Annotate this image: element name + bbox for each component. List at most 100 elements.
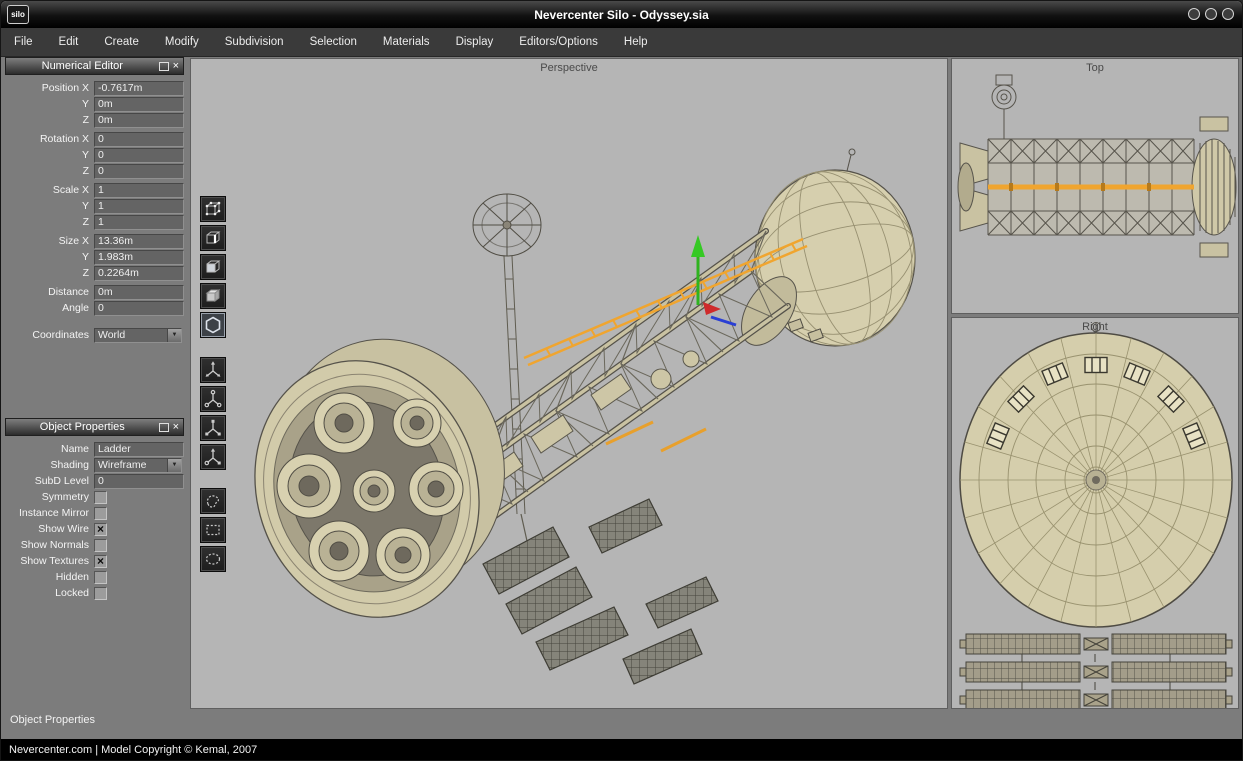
checkbox-row: Hidden	[5, 569, 184, 585]
face-mode-icon	[203, 257, 223, 277]
checkbox-mark: ×	[97, 525, 104, 534]
face-mode-button[interactable]	[200, 254, 226, 280]
menu-subdivision[interactable]: Subdivision	[212, 28, 297, 56]
menu-help[interactable]: Help	[611, 28, 661, 56]
field-label: Angle	[5, 302, 94, 314]
menu-file[interactable]: File	[1, 28, 46, 56]
edge-mode-icon	[203, 228, 223, 248]
position-z-field[interactable]	[94, 113, 184, 128]
position-x-field[interactable]	[94, 81, 184, 96]
vertex-mode-button[interactable]	[200, 196, 226, 222]
field-row: Z	[5, 265, 184, 281]
paint-select-button[interactable]	[200, 546, 226, 572]
field-row: Rotation X	[5, 131, 184, 147]
titlebar[interactable]: silo Nevercenter Silo - Odyssey.sia	[1, 1, 1242, 28]
maximize-icon[interactable]	[1205, 8, 1217, 20]
field-row: Y	[5, 147, 184, 163]
size-x-field[interactable]	[94, 234, 184, 249]
window-title: Nevercenter Silo - Odyssey.sia	[1, 8, 1242, 22]
size-y-field[interactable]	[94, 250, 184, 265]
field-label: Size X	[5, 235, 94, 247]
rotate-tool-button[interactable]	[200, 386, 226, 412]
universal-tool-button[interactable]	[200, 444, 226, 470]
viewport-label: Right	[952, 321, 1238, 333]
move-tool-button[interactable]	[200, 357, 226, 383]
menu-modify[interactable]: Modify	[152, 28, 212, 56]
field-row: Z	[5, 112, 184, 128]
position-y-field[interactable]	[94, 97, 184, 112]
perspective-model-wireframe	[191, 59, 948, 709]
numerical-editor-header[interactable]: Numerical Editor ×	[5, 57, 184, 75]
minimize-icon[interactable]	[1188, 8, 1200, 20]
move-tool-icon	[203, 360, 223, 380]
locked-checkbox[interactable]	[94, 587, 107, 600]
show-textures-checkbox[interactable]: ×	[94, 555, 107, 568]
field-label: Y	[5, 98, 94, 110]
right-viewport[interactable]: Right	[951, 317, 1239, 709]
scale-z-field[interactable]	[94, 215, 184, 230]
symmetry-checkbox[interactable]	[94, 491, 107, 504]
viewport-label: Top	[952, 62, 1238, 74]
object-mode-icon	[203, 286, 223, 306]
checkbox-mark: ×	[97, 557, 104, 566]
menu-display[interactable]: Display	[443, 28, 507, 56]
right-view-wireframe	[952, 318, 1239, 709]
close-icon[interactable]	[1222, 8, 1234, 20]
menu-selection[interactable]: Selection	[297, 28, 370, 56]
instance-mirror-checkbox[interactable]	[94, 507, 107, 520]
hidden-checkbox[interactable]	[94, 571, 107, 584]
subd-row: SubD Level	[5, 473, 184, 489]
show-normals-checkbox[interactable]	[94, 539, 107, 552]
field-label: Position X	[5, 82, 94, 94]
size-z-field[interactable]	[94, 266, 184, 281]
scale-x-field[interactable]	[94, 183, 184, 198]
field-label: Z	[5, 114, 94, 126]
collapse-icon[interactable]	[159, 423, 169, 432]
field-label: Instance Mirror	[5, 507, 94, 519]
panel-title: Numerical Editor	[6, 60, 159, 72]
field-label: Show Wire	[5, 523, 94, 535]
multi-mode-button[interactable]	[200, 312, 226, 338]
field-row: Z	[5, 163, 184, 179]
scale-tool-button[interactable]	[200, 415, 226, 441]
scale-y-field[interactable]	[94, 199, 184, 214]
rect-select-button[interactable]	[200, 517, 226, 543]
distance-field[interactable]	[94, 285, 184, 300]
field-label: Y	[5, 149, 94, 161]
close-icon[interactable]: ×	[173, 61, 179, 71]
edge-mode-button[interactable]	[200, 225, 226, 251]
shading-dropdown[interactable]: Wireframe ▼	[94, 458, 182, 473]
field-label: Rotation X	[5, 133, 94, 145]
menu-materials[interactable]: Materials	[370, 28, 443, 56]
top-viewport[interactable]: Top	[951, 58, 1239, 314]
rotation-x-field[interactable]	[94, 132, 184, 147]
object-properties-header[interactable]: Object Properties ×	[5, 418, 184, 436]
field-row: Size X	[5, 233, 184, 249]
scale-tool-icon	[203, 418, 223, 438]
collapse-icon[interactable]	[159, 62, 169, 71]
menu-editors-options[interactable]: Editors/Options	[506, 28, 611, 56]
close-icon[interactable]: ×	[173, 422, 179, 432]
subd-level-field[interactable]	[94, 474, 184, 489]
show-wire-checkbox[interactable]: ×	[94, 523, 107, 536]
field-row: Angle	[5, 300, 184, 316]
checkbox-row: Symmetry	[5, 489, 184, 505]
name-field[interactable]	[94, 442, 184, 457]
menu-create[interactable]: Create	[91, 28, 152, 56]
menubar: File Edit Create Modify Subdivision Sele…	[1, 28, 1242, 57]
object-mode-button[interactable]	[200, 283, 226, 309]
dropdown-value: World	[95, 329, 167, 341]
paint-select-icon	[203, 549, 223, 569]
perspective-viewport[interactable]: Perspective	[190, 58, 948, 709]
coordinates-row: Coordinates World ▼	[5, 327, 184, 343]
rotation-z-field[interactable]	[94, 164, 184, 179]
coordinates-dropdown[interactable]: World ▼	[94, 328, 182, 343]
top-view-wireframe	[952, 59, 1239, 314]
checkbox-row: Show Wire×	[5, 521, 184, 537]
lasso-select-button[interactable]	[200, 488, 226, 514]
vertex-mode-icon	[203, 199, 223, 219]
menu-edit[interactable]: Edit	[46, 28, 92, 56]
rotation-y-field[interactable]	[94, 148, 184, 163]
checkbox-row: Show Normals	[5, 537, 184, 553]
angle-field[interactable]	[94, 301, 184, 316]
